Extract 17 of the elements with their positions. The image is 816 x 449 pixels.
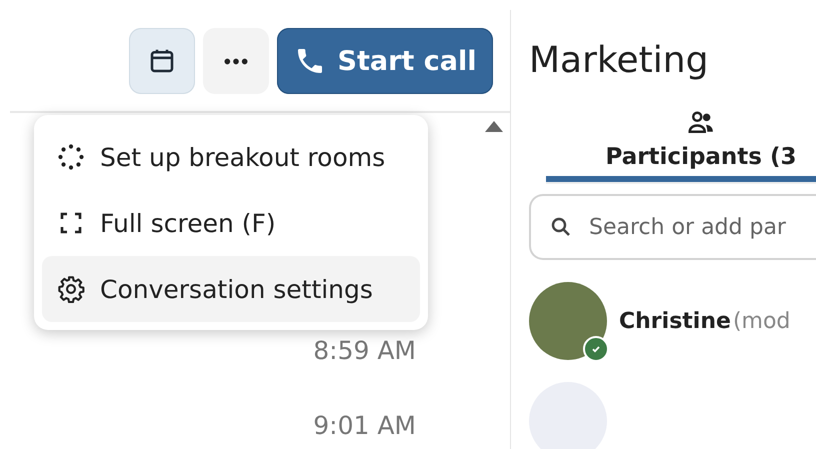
message-time: 9:01 AM: [312, 410, 417, 442]
more-icon: [223, 56, 249, 66]
message-time: 8:59 AM: [312, 335, 417, 367]
dotted-circle-icon: [57, 143, 85, 171]
participants-tab[interactable]: Participants (3: [546, 108, 816, 182]
calendar-button[interactable]: [129, 28, 195, 94]
start-call-button[interactable]: Start call: [277, 28, 493, 94]
menu-item[interactable]: Set up breakout rooms: [42, 124, 420, 190]
menu-item[interactable]: Full screen (F): [42, 190, 420, 256]
fullscreen-icon: [59, 211, 83, 235]
settings-icon: [57, 275, 85, 303]
conversation-title: Marketing: [529, 40, 710, 83]
menu-item[interactable]: Conversation settings: [42, 256, 420, 322]
participant-role: (mod: [732, 308, 790, 334]
scroll-up-arrow-icon[interactable]: [485, 121, 503, 132]
participant-name: Christine: [619, 308, 731, 334]
search-field[interactable]: Search or add par: [529, 194, 816, 260]
